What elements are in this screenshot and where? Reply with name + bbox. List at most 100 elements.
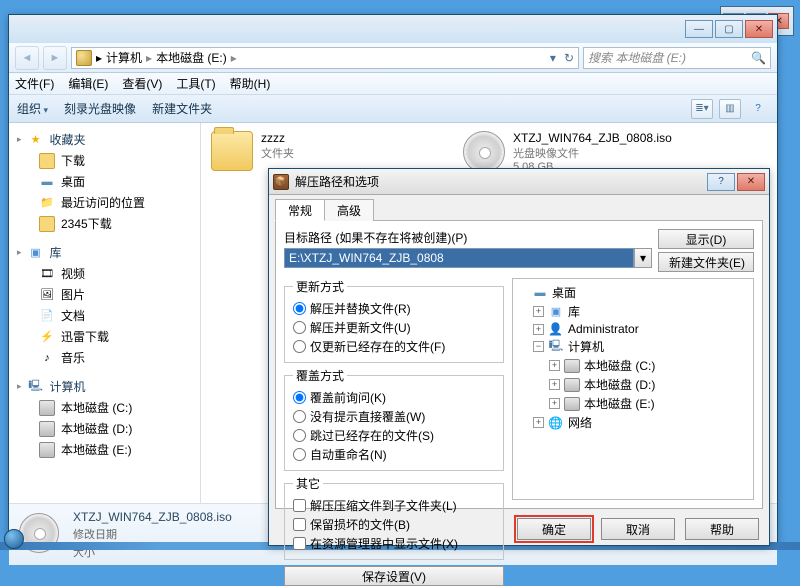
destination-input[interactable] (284, 248, 634, 268)
nav-bar: ◄ ► ▸ 计算机 ▸ 本地磁盘 (E:) ▸ ▾ ↻ 搜索 本地磁盘 (E:)… (9, 43, 777, 73)
radio-ask-overwrite[interactable]: 覆盖前询问(K) (293, 388, 495, 407)
toolbar: 组织 刻录光盘映像 新建文件夹 ≣▾ ▥ ? (9, 95, 777, 123)
radio-freshen[interactable]: 仅更新已经存在的文件(F) (293, 337, 495, 356)
sidebar: ★收藏夹 下载 ▬桌面 📁最近访问的位置 2345下载 ▣库 🎞视频 🖼图片 📄… (9, 123, 201, 503)
close-button[interactable]: ✕ (745, 20, 773, 38)
menu-view[interactable]: 查看(V) (122, 75, 162, 92)
file-type: 光盘映像文件 (513, 145, 672, 161)
sidebar-item-drive-e[interactable]: 本地磁盘 (E:) (9, 439, 200, 460)
tree-node-libraries[interactable]: +▣库 (517, 302, 749, 321)
help-button[interactable]: 帮助 (685, 518, 759, 540)
folder-tree[interactable]: ▬桌面 +▣库 +👤Administrator −🖳计算机 +本地磁盘 (C:)… (512, 278, 754, 500)
tree-node-network[interactable]: +🌐网络 (517, 413, 749, 432)
show-button[interactable]: 显示(D) (658, 229, 754, 249)
view-mode-button[interactable]: ≣▾ (691, 99, 713, 119)
dialog-help-button[interactable]: ? (707, 173, 735, 191)
file-item-iso[interactable]: XTZJ_WIN764_ZJB_0808.iso 光盘映像文件 5.08 GB (463, 131, 693, 173)
help-icon[interactable]: ? (747, 99, 769, 119)
sidebar-computer-head[interactable]: 🖳计算机 (9, 376, 200, 397)
drive-icon (39, 442, 55, 458)
forward-button[interactable]: ► (43, 46, 67, 70)
menu-file[interactable]: 文件(F) (15, 75, 54, 92)
dialog-titlebar[interactable]: 📦 解压路径和选项 ? ✕ (269, 169, 769, 195)
overwrite-mode-group: 覆盖方式 覆盖前询问(K) 没有提示直接覆盖(W) 跳过已经存在的文件(S) 自… (284, 367, 504, 471)
cancel-button[interactable]: 取消 (601, 518, 675, 540)
recent-icon: 📁 (39, 195, 55, 211)
dialog-close-button[interactable]: ✕ (737, 173, 765, 191)
organize-button[interactable]: 组织 (17, 100, 48, 117)
dialog-title: 解压路径和选项 (295, 173, 379, 190)
radio-extract-replace[interactable]: 解压并替换文件(R) (293, 299, 495, 318)
check-subfolder[interactable]: 解压压缩文件到子文件夹(L) (293, 496, 495, 515)
sidebar-item-pictures[interactable]: 🖼图片 (9, 284, 200, 305)
file-item-folder[interactable]: zzzz 文件夹 (211, 131, 441, 171)
back-button[interactable]: ◄ (15, 46, 39, 70)
details-filename: XTZJ_WIN764_ZJB_0808.iso (73, 510, 232, 524)
preview-pane-button[interactable]: ▥ (719, 99, 741, 119)
breadcrumb-dropdown-icon[interactable]: ▾ (550, 51, 556, 65)
newfolder-button[interactable]: 新建文件夹 (152, 100, 212, 117)
tree-node-drive-e[interactable]: +本地磁盘 (E:) (517, 394, 749, 413)
sidebar-favorites-head[interactable]: ★收藏夹 (9, 129, 200, 150)
breadcrumb[interactable]: ▸ 计算机 ▸ 本地磁盘 (E:) ▸ ▾ ↻ (71, 47, 579, 69)
ok-button[interactable]: 确定 (517, 518, 591, 540)
sidebar-item-videos[interactable]: 🎞视频 (9, 263, 200, 284)
tree-node-drive-c[interactable]: +本地磁盘 (C:) (517, 356, 749, 375)
sidebar-item-documents[interactable]: 📄文档 (9, 305, 200, 326)
burn-button[interactable]: 刻录光盘映像 (64, 100, 136, 117)
menu-edit[interactable]: 编辑(E) (68, 75, 108, 92)
breadcrumb-seg-computer[interactable]: 计算机 (106, 49, 142, 66)
drive-icon (76, 50, 92, 66)
newfolder-button[interactable]: 新建文件夹(E) (658, 252, 754, 272)
folder-icon (211, 131, 253, 171)
explorer-titlebar[interactable]: — ▢ ✕ (9, 15, 777, 43)
sidebar-item-drive-d[interactable]: 本地磁盘 (D:) (9, 418, 200, 439)
file-name: XTZJ_WIN764_ZJB_0808.iso (513, 131, 672, 145)
sidebar-item-music[interactable]: ♪音乐 (9, 347, 200, 368)
extract-dialog: 📦 解压路径和选项 ? ✕ 常规 高级 目标路径 (如果不存在将被创建)(P) … (268, 168, 770, 546)
libraries-icon: ▣ (28, 245, 44, 261)
file-name: zzzz (261, 131, 294, 145)
tab-advanced[interactable]: 高级 (324, 199, 374, 221)
breadcrumb-seg-drive[interactable]: 本地磁盘 (E:) (156, 49, 227, 66)
menu-tools[interactable]: 工具(T) (176, 75, 215, 92)
search-input[interactable]: 搜索 本地磁盘 (E:) 🔍 (583, 47, 771, 69)
folder-icon (39, 216, 55, 232)
update-mode-group: 更新方式 解压并替换文件(R) 解压并更新文件(U) 仅更新已经存在的文件(F) (284, 278, 504, 363)
radio-overwrite-all[interactable]: 没有提示直接覆盖(W) (293, 407, 495, 426)
sidebar-item-desktop[interactable]: ▬桌面 (9, 171, 200, 192)
sidebar-item-drive-c[interactable]: 本地磁盘 (C:) (9, 397, 200, 418)
sidebar-item-2345[interactable]: 2345下载 (9, 213, 200, 234)
network-icon: 🌐 (548, 416, 564, 430)
sidebar-libraries-head[interactable]: ▣库 (9, 242, 200, 263)
destination-label: 目标路径 (如果不存在将被创建)(P) (284, 229, 652, 246)
tree-node-computer[interactable]: −🖳计算机 (517, 337, 749, 356)
radio-auto-rename[interactable]: 自动重命名(N) (293, 445, 495, 464)
iso-icon (463, 131, 505, 173)
other-group: 其它 解压压缩文件到子文件夹(L) 保留损坏的文件(B) 在资源管理器中显示文件… (284, 475, 504, 560)
tree-node-admin[interactable]: +👤Administrator (517, 321, 749, 337)
check-show-explorer[interactable]: 在资源管理器中显示文件(X) (293, 534, 495, 553)
dialog-tabs: 常规 高级 (275, 199, 763, 221)
destination-dropdown-button[interactable]: ▾ (634, 248, 652, 268)
tree-node-drive-d[interactable]: +本地磁盘 (D:) (517, 375, 749, 394)
start-button[interactable] (4, 529, 24, 549)
refresh-icon[interactable]: ↻ (564, 51, 574, 65)
tree-node-desktop[interactable]: ▬桌面 (517, 283, 749, 302)
radio-extract-update[interactable]: 解压并更新文件(U) (293, 318, 495, 337)
tab-general[interactable]: 常规 (275, 199, 325, 221)
check-keep-broken[interactable]: 保留损坏的文件(B) (293, 515, 495, 534)
save-settings-button[interactable]: 保存设置(V) (284, 566, 504, 586)
maximize-button[interactable]: ▢ (715, 20, 743, 38)
sidebar-item-downloads[interactable]: 下载 (9, 150, 200, 171)
menu-help[interactable]: 帮助(H) (230, 75, 271, 92)
menu-bar: 文件(F) 编辑(E) 查看(V) 工具(T) 帮助(H) (9, 73, 777, 95)
radio-skip-existing[interactable]: 跳过已经存在的文件(S) (293, 426, 495, 445)
sidebar-item-thunder[interactable]: ⚡迅雷下载 (9, 326, 200, 347)
file-type: 文件夹 (261, 145, 294, 161)
user-icon: 👤 (548, 322, 564, 336)
music-icon: ♪ (39, 350, 55, 366)
sidebar-item-recent[interactable]: 📁最近访问的位置 (9, 192, 200, 213)
picture-icon: 🖼 (39, 287, 55, 303)
minimize-button[interactable]: — (685, 20, 713, 38)
